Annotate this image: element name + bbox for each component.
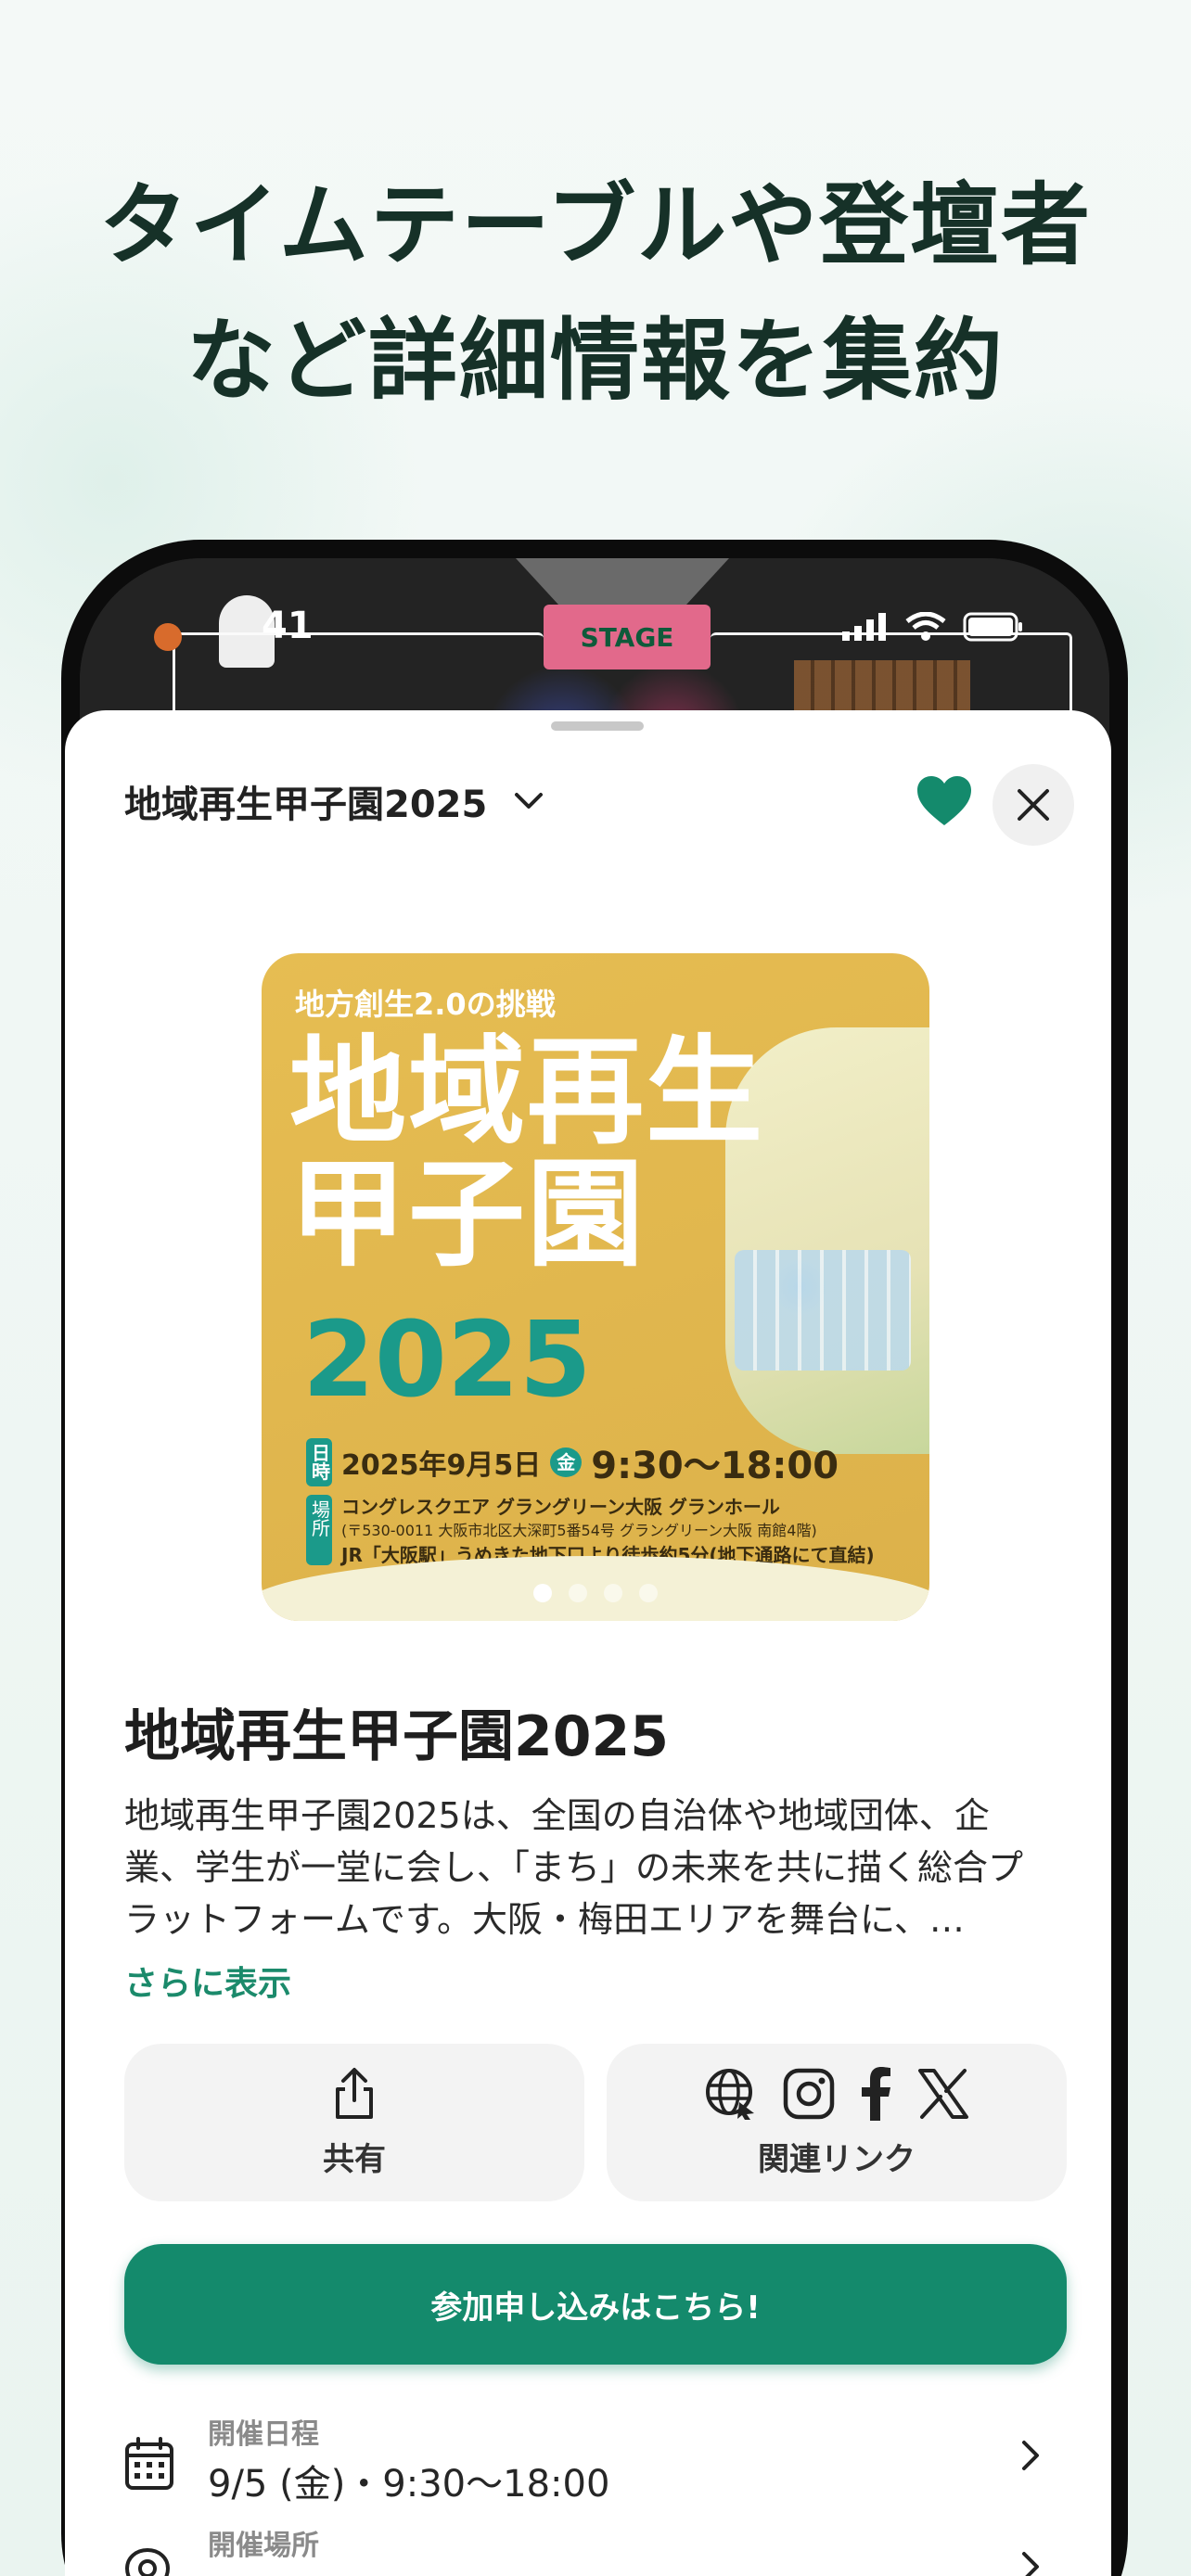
promo-headline: タイムテーブルや登壇者 など詳細情報を集約 bbox=[0, 158, 1191, 428]
info-row-date[interactable]: 開催日程 9/5 (金)・9:30〜18:00 bbox=[124, 2411, 1052, 2513]
share-label: 共有 bbox=[323, 2140, 386, 2178]
poster-venue-line-2: (〒530-0011 大阪市北区大深町5番54号 グラングリーン大阪 南館4階) bbox=[341, 1522, 817, 1539]
event-poster-carousel[interactable]: 地方創生2.0の挑戦 地域再生 甲子園 2025 日時 2025年9月5日 金 … bbox=[262, 953, 929, 1621]
signal-icon bbox=[842, 613, 886, 641]
carousel-dots bbox=[262, 1584, 929, 1602]
x-icon bbox=[918, 2068, 968, 2119]
chevron-down-icon[interactable] bbox=[513, 791, 544, 811]
poster-title-line-2: 甲子園 bbox=[289, 1146, 646, 1282]
place-value: グラングリーン大阪 ...2F bbox=[208, 2565, 632, 2576]
favorite-button[interactable] bbox=[907, 764, 981, 838]
event-detail-sheet: 地域再生甲子園2025 地方創生2.0の挑戦 地域再生 甲子園 2025 日時 … bbox=[65, 710, 1111, 2576]
close-icon bbox=[1018, 789, 1049, 821]
carousel-dot[interactable] bbox=[569, 1584, 587, 1602]
poster-date-tag: 日時 bbox=[306, 1438, 332, 1486]
related-links-label: 関連リンク bbox=[758, 2140, 916, 2178]
poster-date: 日時 2025年9月5日 金 9:30〜18:00 bbox=[306, 1435, 839, 1489]
status-time: 41 bbox=[262, 605, 314, 647]
poster-venue-tag: 場所 bbox=[306, 1495, 332, 1565]
related-links-button[interactable]: 関連リンク bbox=[607, 2044, 1067, 2201]
poster-time: 9:30〜18:00 bbox=[591, 1445, 839, 1487]
facebook-icon bbox=[862, 2066, 890, 2121]
status-icons bbox=[842, 612, 1024, 642]
close-button[interactable] bbox=[992, 764, 1074, 846]
poster-venue-line-1: コングレスクエア グラングリーン大阪 グランホール bbox=[341, 1496, 780, 1518]
wifi-icon bbox=[905, 612, 946, 641]
poster-subtitle: 地方創生2.0の挑戦 bbox=[295, 987, 556, 1022]
show-more-link[interactable]: さらに表示 bbox=[124, 1957, 291, 2005]
heart-icon bbox=[917, 776, 971, 825]
battery-icon bbox=[963, 612, 1022, 642]
calendar-icon bbox=[125, 2437, 173, 2490]
stage-marker[interactable]: STAGE bbox=[544, 605, 711, 670]
carousel-dot[interactable] bbox=[533, 1584, 552, 1602]
sheet-header: 地域再生甲子園2025 bbox=[124, 764, 1074, 846]
headline-line-1: タイムテーブルや登壇者 bbox=[98, 173, 1093, 277]
location-pin-icon bbox=[124, 2548, 171, 2576]
date-value: 9/5 (金)・9:30〜18:00 bbox=[208, 2463, 610, 2506]
carousel-dot[interactable] bbox=[639, 1584, 658, 1602]
map-building bbox=[794, 660, 970, 716]
headline-line-2: など詳細情報を集約 bbox=[186, 309, 1005, 413]
poster-title: 地域再生 甲子園 bbox=[289, 1031, 764, 1276]
info-row-place[interactable]: 開催場所 グラングリーン大阪 ...2F bbox=[124, 2522, 1052, 2576]
related-links-icons bbox=[704, 2066, 969, 2121]
date-label: 開催日程 bbox=[208, 2418, 319, 2451]
apply-button[interactable]: 参加申し込みはこちら! bbox=[124, 2244, 1067, 2365]
chevron-right-icon bbox=[1022, 2441, 1039, 2470]
place-label: 開催場所 bbox=[208, 2530, 319, 2562]
carousel-dot[interactable] bbox=[604, 1584, 622, 1602]
sheet-title[interactable]: 地域再生甲子園2025 bbox=[124, 774, 487, 828]
poster-weekday: 金 bbox=[550, 1447, 583, 1477]
chevron-right-icon bbox=[1022, 2552, 1039, 2576]
globe-icon bbox=[706, 2068, 754, 2120]
poster-date-text: 2025年9月5日 bbox=[341, 1449, 542, 1482]
event-description: 地域再生甲子園2025は、全国の自治体や地域団体、企業、学生が一堂に会し、「まち… bbox=[124, 1795, 1024, 1940]
candy-icon bbox=[154, 623, 182, 651]
sheet-grabber[interactable] bbox=[551, 721, 644, 731]
share-icon bbox=[336, 2067, 373, 2119]
event-title: 地域再生甲子園2025 bbox=[124, 1704, 669, 1769]
instagram-icon bbox=[783, 2068, 835, 2119]
share-button[interactable]: 共有 bbox=[124, 2044, 584, 2201]
poster-title-line-1: 地域再生 bbox=[289, 1024, 764, 1160]
poster-year: 2025 bbox=[302, 1300, 592, 1421]
